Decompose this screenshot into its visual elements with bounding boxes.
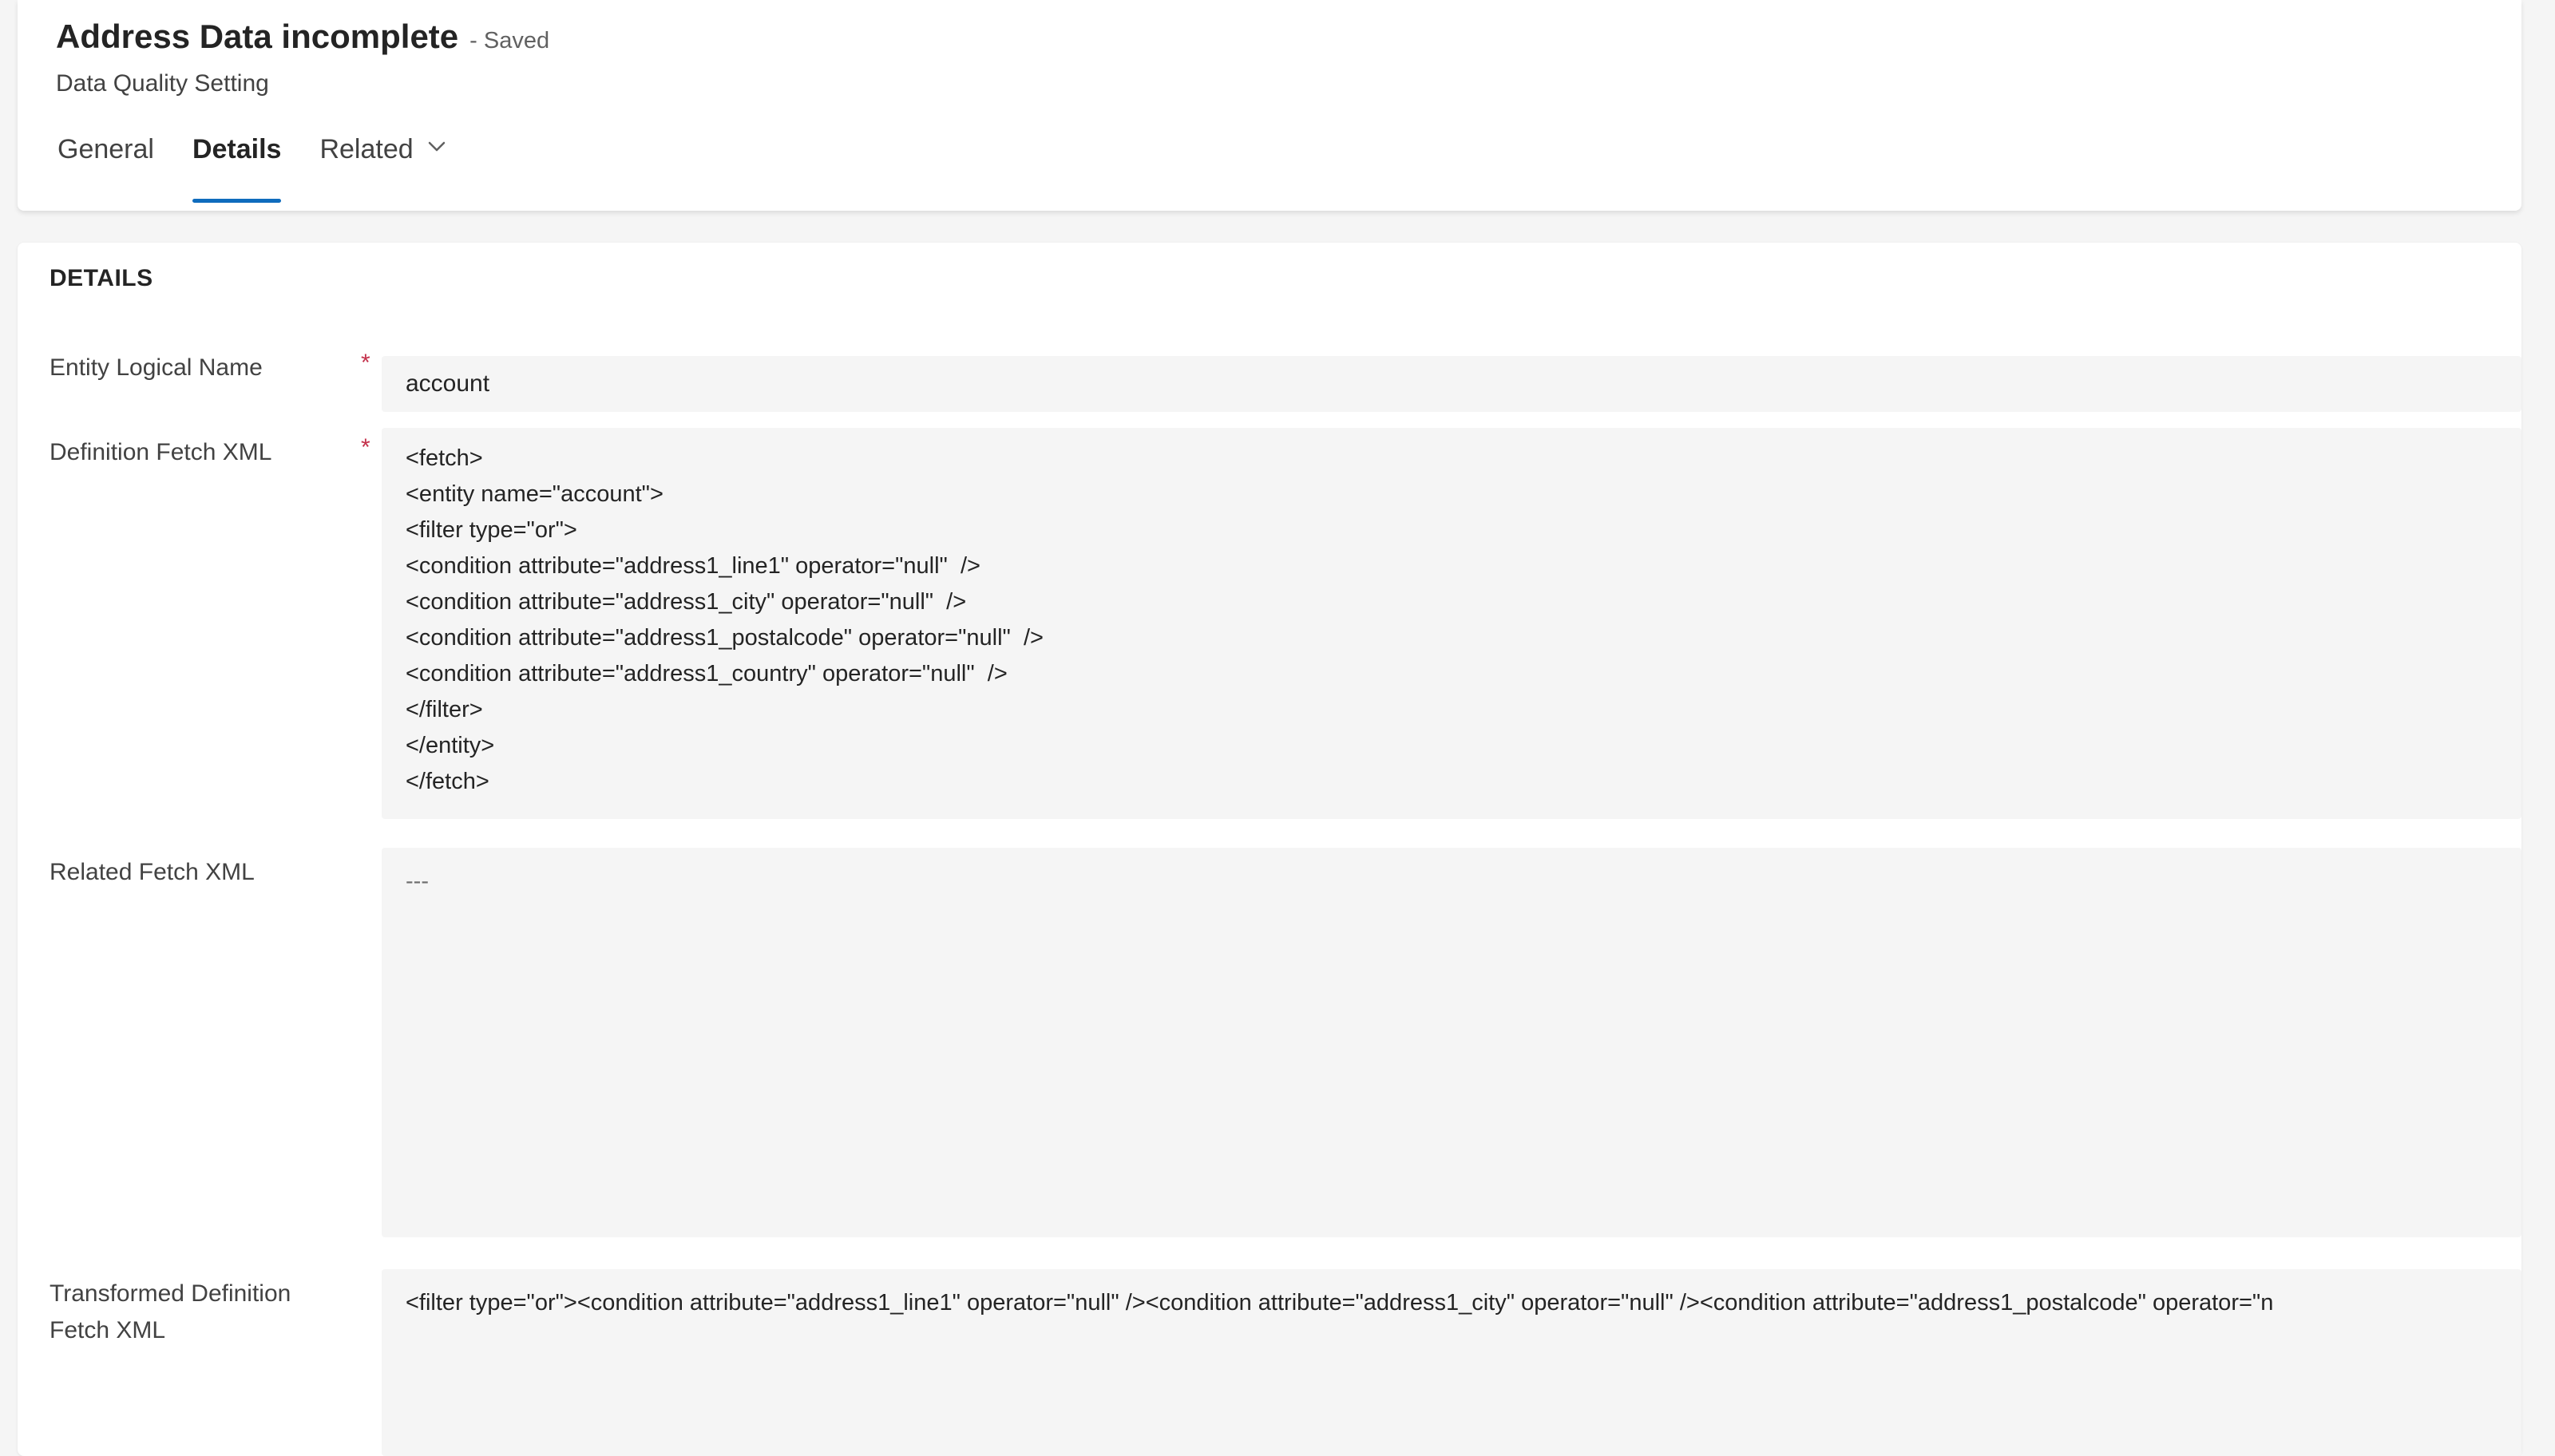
code-line: <condition attribute="address1_line1" op… [406,553,980,579]
chevron-down-icon [425,134,449,165]
section-title: DETAILS [50,265,153,291]
required-marker: * [361,434,370,461]
definition-fetch-xml-label: Definition Fetch XML [50,439,272,465]
tab-related-label: Related [319,134,414,164]
tab-general-label: General [57,134,154,164]
entity-logical-name-input[interactable]: account [382,356,2521,412]
code-line: </fetch> [406,769,489,794]
transformed-definition-fetch-xml-textarea[interactable]: <filter type="or"><condition attribute="… [382,1269,2521,1456]
tab-details-label: Details [192,134,282,164]
tab-details[interactable]: Details [192,134,282,203]
transformed-label-line1: Transformed Definition [50,1280,291,1307]
code-line: <condition attribute="address1_postalcod… [406,625,1044,651]
transformed-definition-fetch-xml-label: Transformed Definition Fetch XML [50,1276,337,1349]
tab-list: General Details Related [57,134,487,203]
related-fetch-xml-value: --- [406,868,429,894]
form-header: Address Data incomplete - Saved Data Qua… [18,0,2521,211]
code-line: <condition attribute="address1_country" … [406,661,1008,686]
required-marker: * [361,350,370,376]
details-section: DETAILS Entity Logical Name * account De… [18,243,2521,1456]
code-line: <fetch> [406,445,483,471]
entity-logical-name-label: Entity Logical Name [50,354,263,381]
transformed-definition-fetch-xml-value: <filter type="or"><condition attribute="… [406,1290,2274,1316]
record-title: Address Data incomplete [56,18,459,55]
code-line: </filter> [406,697,483,722]
tab-related[interactable]: Related [319,134,448,203]
tab-general[interactable]: General [57,134,154,203]
related-fetch-xml-textarea[interactable]: --- [382,848,2521,1237]
code-line: <filter type="or"> [406,517,577,543]
definition-fetch-xml-textarea[interactable]: <fetch> <entity name="account"> <filter … [382,428,2521,819]
entity-type-label: Data Quality Setting [56,70,269,97]
code-line: <condition attribute="address1_city" ope… [406,589,967,615]
title-row: Address Data incomplete - Saved [56,18,549,56]
save-status: - Saved [469,28,550,53]
transformed-label-line2: Fetch XML [50,1317,166,1343]
code-line: </entity> [406,733,495,758]
code-line: <entity name="account"> [406,481,664,507]
related-fetch-xml-label: Related Fetch XML [50,859,255,885]
entity-logical-name-value: account [406,370,490,397]
